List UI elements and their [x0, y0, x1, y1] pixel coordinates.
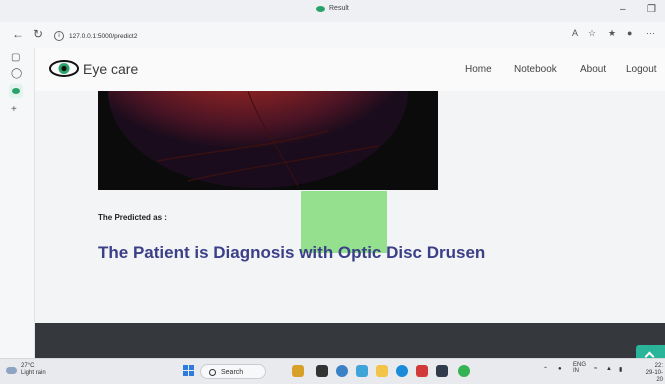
- os-taskbar: 27°C Light rain Search ⌃ ● ENG IN ≈ ▲ ▮ …: [0, 358, 665, 384]
- add-icon[interactable]: +: [11, 104, 17, 115]
- clock-date: 29-10-20: [645, 370, 663, 383]
- site-footer: [35, 323, 665, 358]
- info-icon[interactable]: i: [54, 31, 64, 41]
- browser-titlebar: Result – ❐: [0, 0, 665, 22]
- eye-favicon-icon: [316, 5, 325, 12]
- favorite-star-icon[interactable]: ☆: [588, 28, 596, 39]
- cloud-rain-icon: [6, 366, 17, 374]
- profile-avatar-icon[interactable]: ●: [627, 28, 632, 38]
- nav-about[interactable]: About: [580, 64, 606, 75]
- wifi-icon[interactable]: ≈: [594, 366, 597, 372]
- browser-sidebar: ▢ ◯ +: [0, 48, 35, 358]
- whatsapp-icon[interactable]: [458, 365, 470, 377]
- restore-button[interactable]: ❐: [647, 4, 656, 15]
- weather-temp: 27°C: [21, 363, 35, 369]
- language-indicator[interactable]: ENG IN: [573, 362, 586, 374]
- battery-icon[interactable]: ▮: [619, 366, 622, 373]
- chrome-icon[interactable]: [336, 365, 348, 377]
- volume-icon[interactable]: ▲: [606, 366, 612, 372]
- sticky-app-icon[interactable]: [292, 365, 304, 377]
- brand-name: Eye care: [83, 60, 139, 77]
- retina-photo: [98, 91, 438, 190]
- nav-notebook[interactable]: Notebook: [514, 64, 557, 75]
- teams-icon[interactable]: [356, 365, 368, 377]
- weather-desc: Light rain: [21, 370, 46, 376]
- tray-app-icon[interactable]: ●: [558, 366, 562, 372]
- refresh-icon[interactable]: ↻: [33, 27, 43, 41]
- windows-start-icon[interactable]: [183, 365, 194, 376]
- page-content: Eye care Home Notebook About Logout The …: [35, 48, 665, 358]
- site-logo[interactable]: Eye care: [49, 60, 138, 77]
- url-text: 127.0.0.1:5000/predict2: [69, 32, 138, 40]
- tab-actions-icon[interactable]: ▢: [11, 52, 20, 63]
- store-icon[interactable]: [436, 365, 448, 377]
- browser-toolbar: ← ↻ i 127.0.0.1:5000/predict2 A ☆ ★ ● ⋯: [0, 22, 665, 49]
- favorites-icon[interactable]: ★: [608, 28, 616, 39]
- site-navbar: Eye care Home Notebook About Logout: [35, 48, 665, 91]
- more-menu-icon[interactable]: ⋯: [646, 28, 655, 39]
- nav-logout[interactable]: Logout: [626, 64, 657, 75]
- diagnosis-result: The Patient is Diagnosis with Optic Disc…: [98, 243, 486, 262]
- minimize-button[interactable]: –: [620, 4, 626, 15]
- predicted-label: The Predicted as :: [98, 213, 167, 222]
- task-view-icon[interactable]: [316, 365, 328, 377]
- lang-region: IN: [573, 368, 579, 374]
- tab-title: Result: [329, 5, 349, 12]
- address-bar[interactable]: i 127.0.0.1:5000/predict2: [54, 31, 137, 41]
- browser-tab[interactable]: Result: [316, 5, 349, 12]
- fundus-image: [98, 91, 438, 190]
- workspaces-icon[interactable]: ◯: [11, 68, 22, 79]
- back-arrow-icon[interactable]: ←: [12, 27, 24, 41]
- tray-expand-icon[interactable]: ⌃: [543, 366, 548, 373]
- scroll-to-top-button[interactable]: [636, 345, 665, 358]
- taskbar-search[interactable]: Search: [200, 364, 266, 379]
- mcafee-icon[interactable]: [416, 365, 428, 377]
- edge-icon[interactable]: [396, 365, 408, 377]
- read-aloud-icon[interactable]: A: [572, 28, 578, 38]
- clock-time: 22:: [654, 363, 663, 369]
- nav-home[interactable]: Home: [465, 64, 492, 75]
- weather-widget[interactable]: 27°C Light rain: [6, 363, 46, 377]
- file-explorer-icon[interactable]: [376, 365, 388, 377]
- eye-logo-icon: [49, 60, 79, 77]
- system-clock[interactable]: 22: 29-10-20: [641, 363, 663, 384]
- active-tab-icon[interactable]: [9, 84, 23, 98]
